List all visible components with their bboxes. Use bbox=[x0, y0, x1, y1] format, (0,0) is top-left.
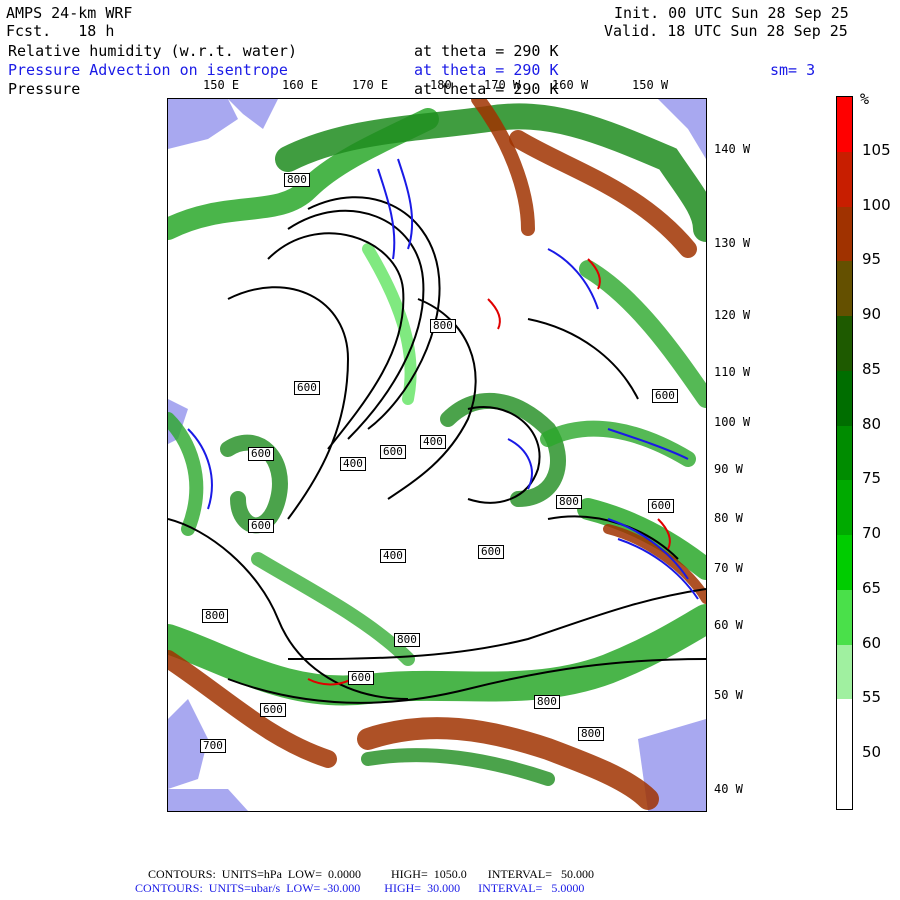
contour-label: 600 bbox=[248, 447, 274, 461]
colorbar-segment bbox=[837, 97, 852, 152]
lon-label-top: 160 W bbox=[552, 78, 589, 92]
colorbar-segment bbox=[837, 261, 852, 317]
lon-label-right: 60 W bbox=[714, 618, 743, 632]
contour-label: 800 bbox=[534, 695, 560, 709]
colorbar-tick-label: 95 bbox=[862, 250, 882, 269]
contour-label: 600 bbox=[348, 671, 374, 685]
colorbar-tick-label: 55 bbox=[862, 688, 882, 707]
lon-label-right: 80 W bbox=[714, 511, 743, 525]
contour-label: 600 bbox=[478, 545, 504, 559]
lon-label-right: 140 W bbox=[714, 142, 751, 156]
footer-contours-advection: CONTOURS: UNITS=ubar/s LOW= -30.000 HIGH… bbox=[135, 881, 585, 895]
contour-label: 800 bbox=[284, 173, 310, 187]
lon-label-right: 130 W bbox=[714, 236, 751, 250]
field2-smoothing: sm= 3 bbox=[770, 61, 816, 79]
lon-label-right: 40 W bbox=[714, 782, 743, 796]
contour-label: 800 bbox=[556, 495, 582, 509]
colorbar-tick-label: 70 bbox=[862, 524, 882, 543]
colorbar-tick-label: 100 bbox=[862, 195, 891, 214]
contour-label: 800 bbox=[578, 727, 604, 741]
colorbar-segment bbox=[837, 754, 852, 809]
forecast-hour: Fcst. 18 h bbox=[6, 22, 115, 40]
init-time: Init. 00 UTC Sun 28 Sep 25 bbox=[614, 4, 849, 22]
colorbar-segment bbox=[837, 206, 852, 262]
lon-label-top: 170 E bbox=[352, 78, 389, 92]
lon-label-right: 120 W bbox=[714, 308, 751, 322]
colorbar-segment bbox=[837, 480, 852, 536]
field1-level: at theta = 290 K bbox=[414, 42, 559, 60]
colorbar-tick-label: 105 bbox=[862, 140, 891, 159]
colorbar-tick-label: 60 bbox=[862, 633, 882, 652]
contour-label: 600 bbox=[652, 389, 678, 403]
contour-label: 600 bbox=[294, 381, 320, 395]
lon-label-right: 70 W bbox=[714, 561, 743, 575]
field3-name: Pressure bbox=[8, 80, 81, 98]
colorbar-segment bbox=[837, 699, 852, 755]
contour-label: 400 bbox=[420, 435, 446, 449]
lon-label-top: 160 E bbox=[282, 78, 319, 92]
lon-label-top: 150 E bbox=[203, 78, 240, 92]
contour-label: 400 bbox=[380, 549, 406, 563]
contour-label: 600 bbox=[648, 499, 674, 513]
colorbar-tick-label: 85 bbox=[862, 359, 882, 378]
colorbar-tick-label: 50 bbox=[862, 743, 882, 762]
field1-name: Relative humidity (w.r.t. water) bbox=[8, 42, 297, 60]
colorbar bbox=[836, 96, 853, 810]
colorbar-unit: % bbox=[860, 90, 870, 108]
valid-time: Valid. 18 UTC Sun 28 Sep 25 bbox=[604, 22, 848, 40]
colorbar-segment bbox=[837, 370, 852, 426]
colorbar-tick-label: 90 bbox=[862, 305, 882, 324]
field2-level: at theta = 290 K bbox=[414, 61, 559, 79]
lon-label-right: 90 W bbox=[714, 462, 743, 476]
lon-label-top: 150 W bbox=[632, 78, 669, 92]
lon-label-right: 50 W bbox=[714, 688, 743, 702]
contour-label: 400 bbox=[340, 457, 366, 471]
colorbar-tick-label: 65 bbox=[862, 578, 882, 597]
lon-label-top: 180 bbox=[430, 78, 452, 92]
contour-label: 600 bbox=[380, 445, 406, 459]
colorbar-segment bbox=[837, 316, 852, 371]
model-title: AMPS 24-km WRF bbox=[6, 4, 133, 22]
map-panel: 800 800 600 400 400 400 600 600 600 600 … bbox=[167, 98, 707, 812]
colorbar-segment bbox=[837, 644, 852, 700]
lon-label-right: 100 W bbox=[714, 415, 751, 429]
contour-label: 700 bbox=[200, 739, 226, 753]
lon-label-right: 110 W bbox=[714, 365, 751, 379]
colorbar-segment bbox=[837, 535, 852, 590]
contour-label: 800 bbox=[394, 633, 420, 647]
colorbar-segment bbox=[837, 151, 852, 207]
colorbar-segment bbox=[837, 589, 852, 645]
contour-label: 800 bbox=[430, 319, 456, 333]
contour-label: 600 bbox=[248, 519, 274, 533]
colorbar-tick-label: 80 bbox=[862, 414, 882, 433]
field2-name: Pressure Advection on isentrope bbox=[8, 61, 288, 79]
contour-label: 800 bbox=[202, 609, 228, 623]
footer-contours-pressure: CONTOURS: UNITS=hPa LOW= 0.0000 HIGH= 10… bbox=[148, 867, 594, 881]
colorbar-tick-label: 75 bbox=[862, 469, 882, 488]
lon-label-top: 170 W bbox=[484, 78, 521, 92]
contour-label: 600 bbox=[260, 703, 286, 717]
colorbar-segment bbox=[837, 425, 852, 481]
